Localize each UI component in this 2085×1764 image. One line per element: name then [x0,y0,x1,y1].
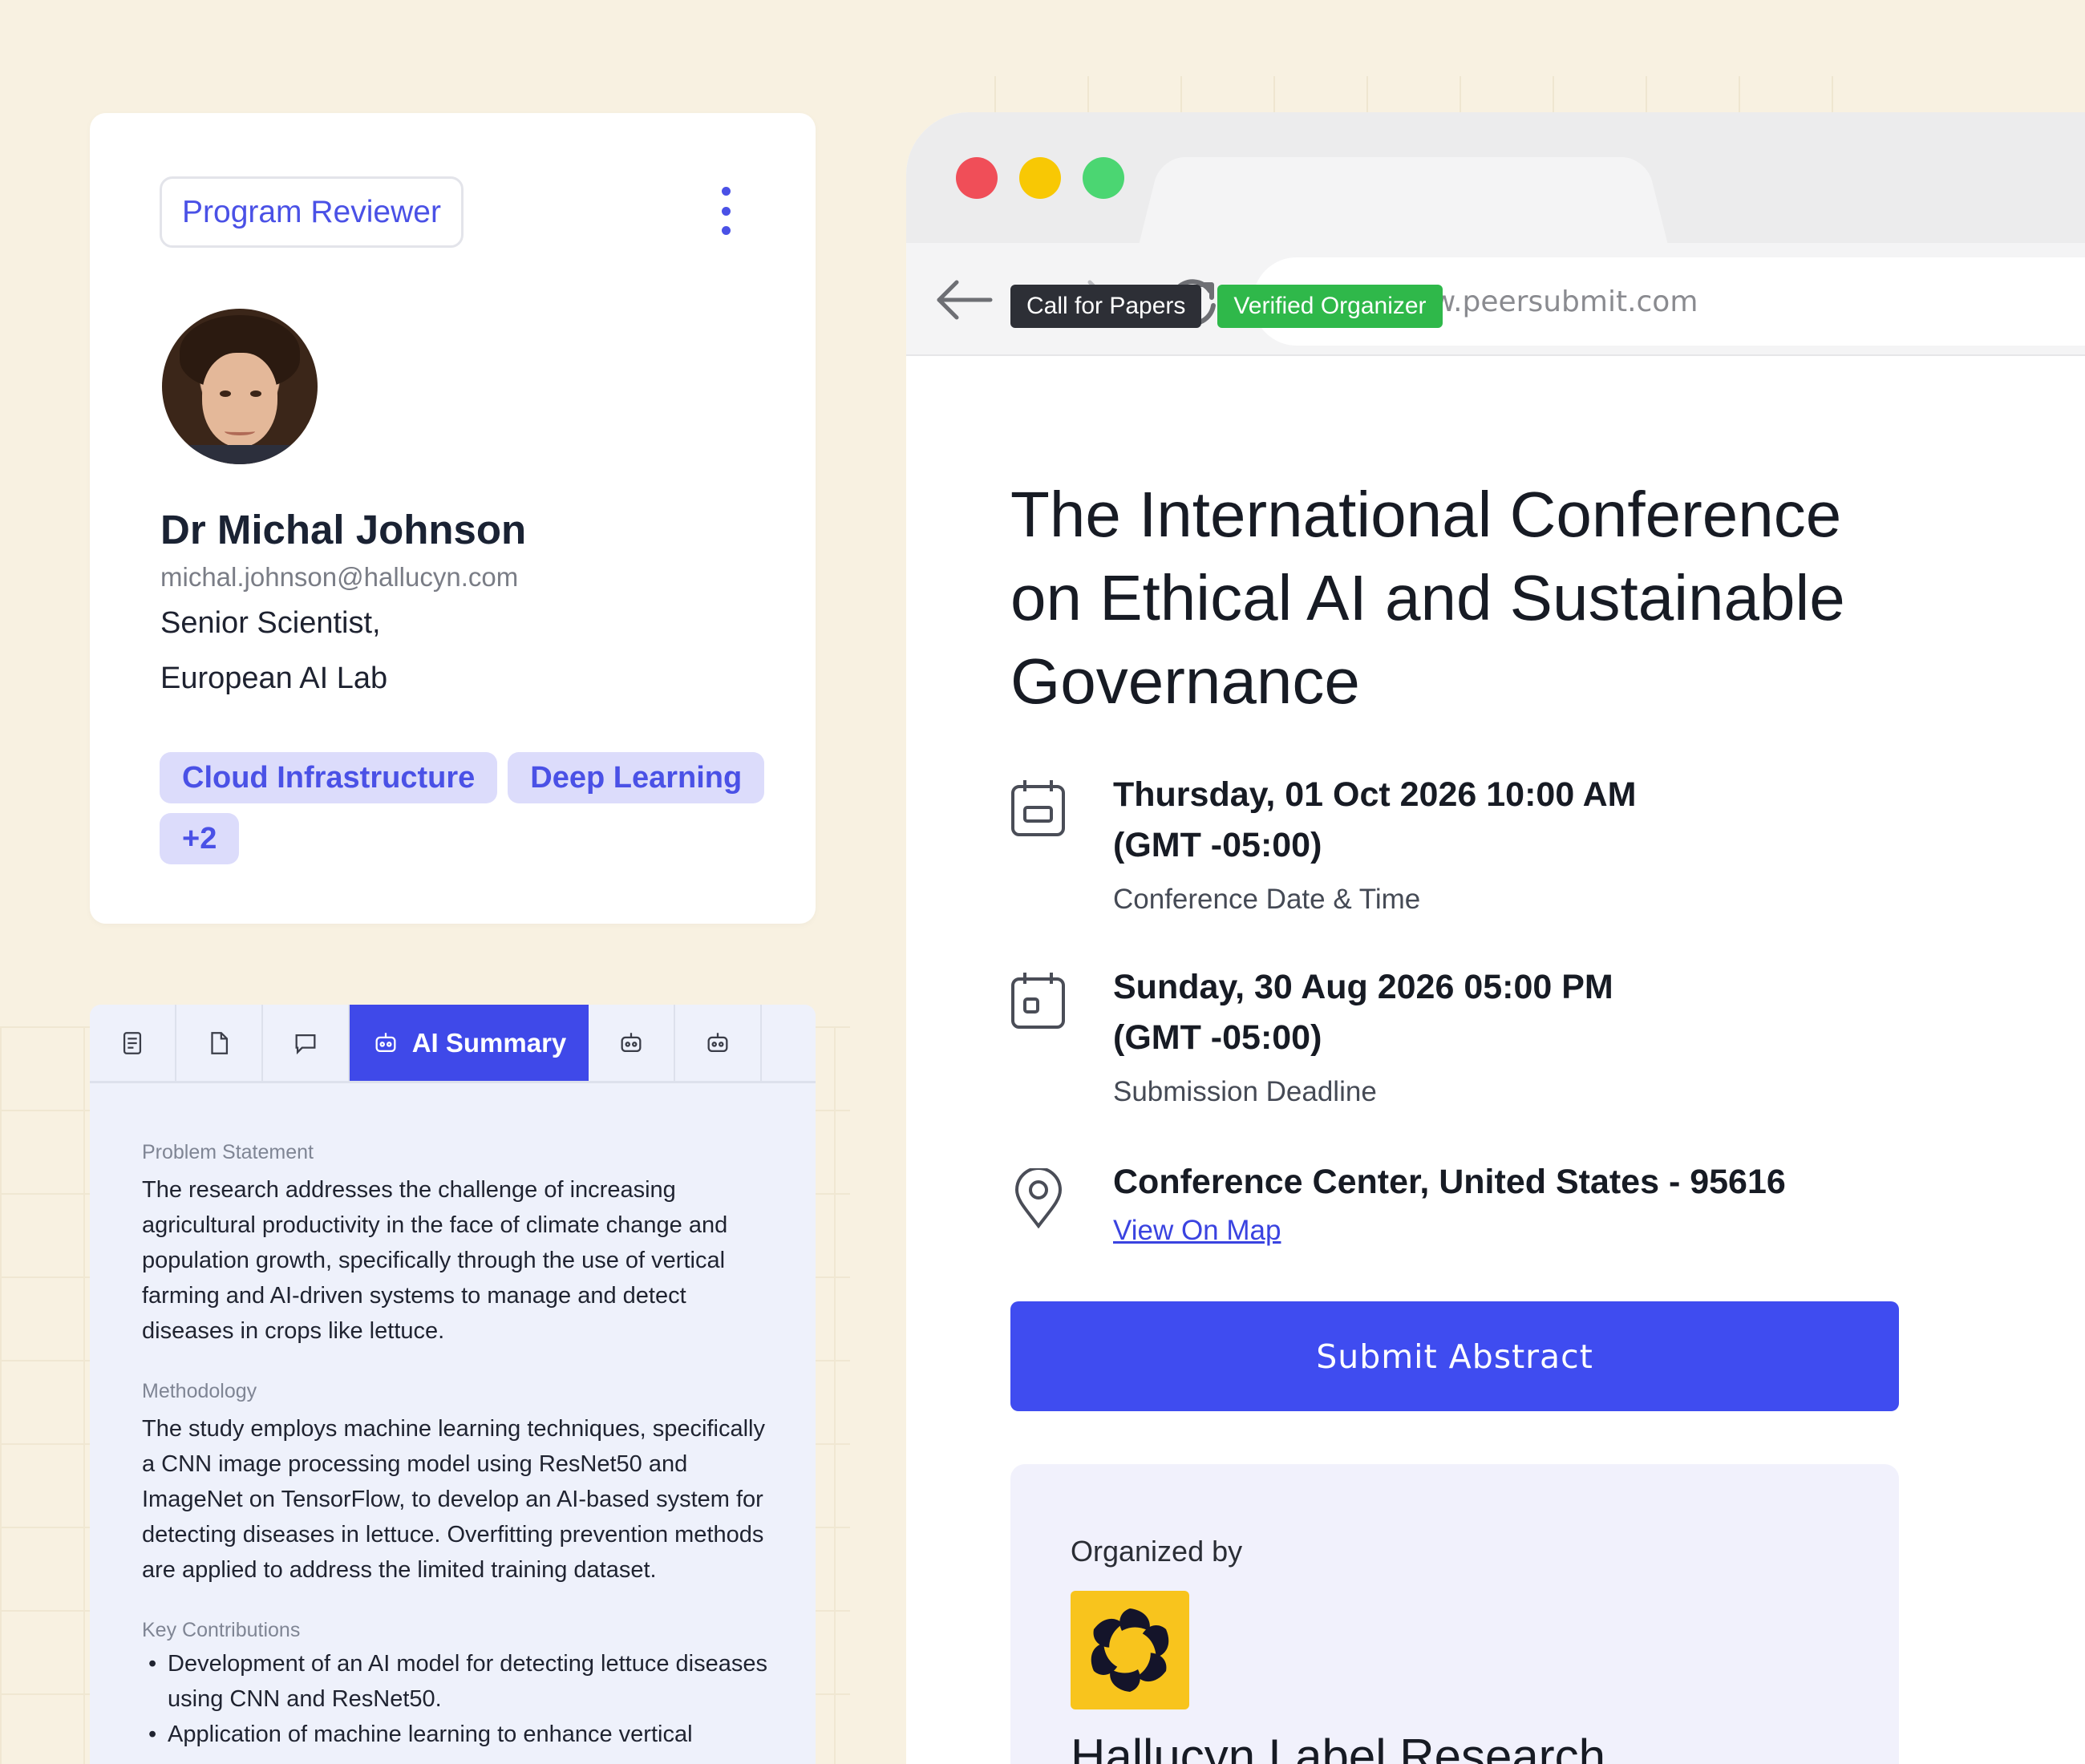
tab-ai-summary-label: AI Summary [411,1027,567,1058]
tag-deep-learning[interactable]: Deep Learning [508,752,765,803]
list-item: Application of machine learning to enhan… [142,1717,783,1752]
expertise-tags: Cloud Infrastructure Deep Learning +2 [160,752,769,864]
submission-deadline-label: Submission Deadline [1113,1076,1377,1107]
browser-tab[interactable] [1171,157,1636,243]
tab-file[interactable] [176,1005,263,1081]
view-on-map-link[interactable]: View On Map [1113,1215,1281,1247]
calendar-icon [1011,780,1065,836]
chat-bubble-icon [295,1034,316,1054]
more-options-icon[interactable] [714,187,738,235]
tag-more[interactable]: +2 [160,813,240,864]
role-chip: Program Reviewer [160,176,464,248]
conference-date-label: Conference Date & Time [1113,884,1421,915]
browser-titlebar [906,112,2085,243]
background-grid-top [994,76,1917,115]
browser-window: Call for Papers Verified Organizer The I… [906,112,2085,1764]
organizer-card: Organized by Hallucyn Label Research [1010,1464,1899,1764]
reviewer-name: Dr Michal Johnson [160,507,527,552]
tab-ai-assistant[interactable] [589,1005,675,1081]
file-icon [211,1031,229,1054]
conference-title: The International Conference on Ethical … [1010,479,1845,717]
summary-tabs: AI Summary [90,1005,816,1083]
organizer-logo [1071,1591,1189,1709]
reviewer-title: Senior Scientist, [160,606,381,640]
organizer-name: Hallucyn Label Research [1071,1730,1606,1764]
key-contributions-list: Development of an AI model for detecting… [142,1646,783,1752]
methodology-text: The study employs machine learning techn… [142,1416,765,1583]
calendar-icon [1011,973,1065,1029]
key-contributions-label: Key Contributions [142,1619,301,1641]
tag-cloud-infrastructure[interactable]: Cloud Infrastructure [160,752,498,803]
list-item: Development of an AI model for detecting… [142,1646,783,1717]
methodology-label: Methodology [142,1380,257,1402]
paper-summary-panel: AI Summary Problem Statement The researc… [90,1005,816,1764]
event-badges: Call for Papers Verified Organizer [1010,285,1443,328]
reviewer-profile-card: Program Reviewer Dr Michal Johnson micha… [90,113,816,924]
verified-organizer-badge: Verified Organizer [1217,285,1443,328]
robot-icon [707,1032,728,1052]
deadline-timezone: (GMT -05:00) [1113,1018,1322,1057]
organizer-logo-mark-icon [1091,1608,1169,1692]
location-text: Conference Center, United States - 95616 [1113,1163,1786,1201]
tab-ai-summary[interactable]: AI Summary [350,1005,589,1081]
conference-date-timezone: (GMT -05:00) [1113,826,1322,864]
document-list-icon [123,1031,142,1054]
arrow-left-icon [937,280,993,320]
robot-icon [375,1032,396,1052]
organized-by-label: Organized by [1071,1535,1243,1568]
reviewer-email: michal.johnson@hallucyn.com [160,562,519,592]
avatar [162,309,318,464]
call-for-papers-badge: Call for Papers [1010,285,1202,328]
minimize-window-button[interactable] [1019,157,1061,199]
tab-comments[interactable] [263,1005,350,1081]
maximize-window-button[interactable] [1083,157,1124,199]
tab-ai-review[interactable] [675,1005,762,1081]
deadline-value: Sunday, 30 Aug 2026 05:00 PM [1113,968,1613,1006]
conference-date-value: Thursday, 01 Oct 2026 10:00 AM [1113,775,1637,814]
back-button[interactable] [932,272,996,328]
submit-abstract-button[interactable]: Submit Abstract [1010,1301,1899,1411]
submission-deadline: Sunday, 30 Aug 2026 05:00 PM (GMT -05:00… [1113,962,1613,1063]
reviewer-organization: European AI Lab [160,662,388,695]
close-window-button[interactable] [956,157,998,199]
problem-statement-text: The research addresses the challenge of … [142,1177,728,1344]
conference-date: Thursday, 01 Oct 2026 10:00 AM (GMT -05:… [1113,770,1636,871]
location-pin-icon [1014,1168,1063,1228]
problem-statement-label: Problem Statement [142,1141,314,1163]
robot-icon [621,1032,642,1052]
tab-details[interactable] [90,1005,176,1081]
